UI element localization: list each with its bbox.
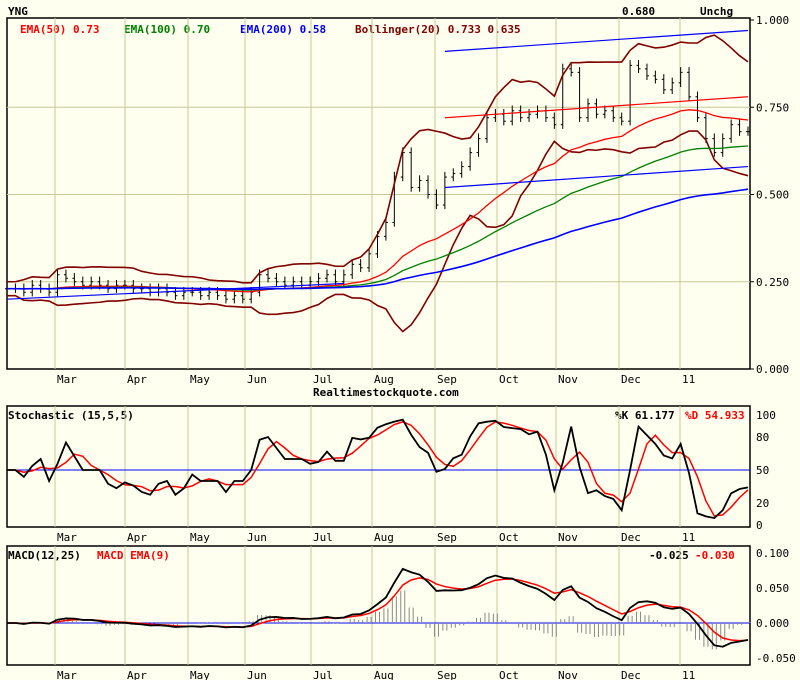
macd-signal-value: -0.030 <box>695 549 735 562</box>
stochastic-title: Stochastic (15,5,5) <box>8 409 134 422</box>
macd-axis-label: -0.050 <box>756 652 796 665</box>
symbol-label: YNG <box>8 5 28 18</box>
month-tick-label: 11 <box>682 531 695 544</box>
month-tick-label: 11 <box>682 373 695 386</box>
month-tick-label: May <box>190 531 210 544</box>
month-tick-label: Oct <box>499 669 519 680</box>
month-tick-label: May <box>190 669 210 680</box>
month-tick-label: Jun <box>247 373 267 386</box>
price-axis-label: 1.000 <box>756 14 789 27</box>
month-tick-label: Apr <box>127 669 147 680</box>
watermark: Realtimestockquote.com <box>313 386 459 399</box>
month-tick-label: Dec <box>621 373 641 386</box>
panel-frame-2 <box>6 545 751 666</box>
chart-canvas: YNG 0.680 Unchg EMA(50) 0.73 EMA(100) 0.… <box>5 5 796 680</box>
month-tick-label: Oct <box>499 531 519 544</box>
macd-axis-label: 0.000 <box>756 617 789 630</box>
legend-ema50: EMA(50) 0.73 <box>20 23 99 36</box>
stochastic-d-value: %D 54.933 <box>685 409 745 422</box>
stochastic-axis-label: 50 <box>756 464 769 477</box>
month-tick-label: Sep <box>437 531 457 544</box>
stochastic-axis-label: 0 <box>756 519 763 532</box>
month-tick-label: Aug <box>374 669 394 680</box>
last-price: 0.680 <box>622 5 655 18</box>
price-axis-label: 0.750 <box>756 101 789 114</box>
month-tick-label: Mar <box>57 669 77 680</box>
month-tick-label: 11 <box>682 669 695 680</box>
month-tick-label: Jun <box>247 669 267 680</box>
macd-signal-title: MACD EMA(9) <box>97 549 170 562</box>
month-tick-label: Mar <box>57 373 77 386</box>
month-tick-label: Aug <box>374 373 394 386</box>
month-tick-label: Mar <box>57 531 77 544</box>
stochastic-axis-label: 20 <box>756 497 769 510</box>
macd-axis-label: 0.050 <box>756 582 789 595</box>
month-tick-label: Dec <box>621 531 641 544</box>
month-tick-label: Aug <box>374 531 394 544</box>
month-tick-label: Nov <box>558 669 578 680</box>
stochastic-axis-label: 100 <box>756 409 776 422</box>
stochastic-axis-label: 80 <box>756 431 769 444</box>
macd-title: MACD(12,25) <box>8 549 81 562</box>
month-tick-label: Dec <box>621 669 641 680</box>
price-axis-label: 0.250 <box>756 276 789 289</box>
month-tick-label: Jun <box>247 531 267 544</box>
month-tick-label: Sep <box>437 373 457 386</box>
stock-chart: YNG 0.680 Unchg EMA(50) 0.73 EMA(100) 0.… <box>0 0 800 680</box>
month-tick-label: Apr <box>127 531 147 544</box>
price-axis-label: 0.000 <box>756 363 789 376</box>
month-tick-label: May <box>190 373 210 386</box>
month-tick-label: Jul <box>313 669 333 680</box>
month-tick-label: Jul <box>313 373 333 386</box>
legend-ema100: EMA(100) 0.70 <box>124 23 210 36</box>
price-change: Unchg <box>700 5 733 18</box>
legend-bollinger: Bollinger(20) 0.733 0.635 <box>355 23 521 36</box>
month-tick-label: Oct <box>499 373 519 386</box>
month-tick-label: Nov <box>558 373 578 386</box>
price-axis-label: 0.500 <box>756 189 789 202</box>
macd-value: -0.025 <box>649 549 689 562</box>
month-tick-label: Apr <box>127 373 147 386</box>
legend-ema200: EMA(200) 0.58 <box>240 23 326 36</box>
month-tick-label: Sep <box>437 669 457 680</box>
month-tick-label: Nov <box>558 531 578 544</box>
stochastic-k-value: %K 61.177 <box>615 409 675 422</box>
month-tick-label: Jul <box>313 531 333 544</box>
macd-axis-label: 0.100 <box>756 547 789 560</box>
